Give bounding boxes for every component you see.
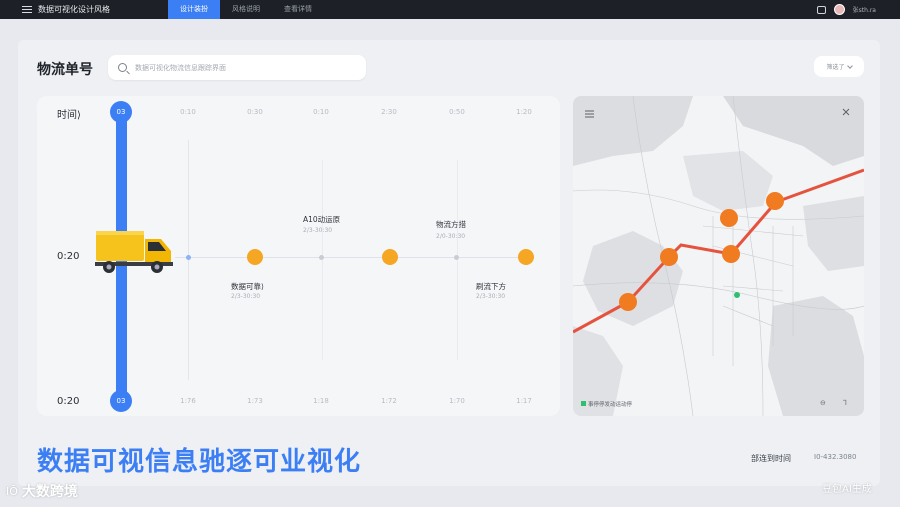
arrival-time-value: Ⅰ0-432.3080 [814,453,857,461]
grid-line [457,160,458,360]
column-head: 1:20 [516,108,532,116]
map-stop-marker[interactable] [722,245,740,263]
tab-style[interactable]: 风格说明 [220,0,272,19]
map-footer: 事停停发动运动停 [581,400,632,408]
map-stop-marker[interactable] [660,248,678,266]
timeline-node[interactable] [518,249,534,265]
current-location-marker [734,292,740,298]
column-head: 0:10 [180,108,196,116]
chevron-down-icon [846,62,853,69]
column-foot: 1:72 [381,397,397,405]
column-foot: 1:18 [313,397,329,405]
filter-dropdown-label: 筛选了 [826,64,845,71]
user-name[interactable]: 张sth.ra [853,5,876,14]
column-head: 0:30 [247,108,263,116]
avatar[interactable] [833,4,845,15]
map-layer-button[interactable]: ⅂ [843,399,847,407]
legend-swatch-icon [581,401,586,406]
search-input[interactable] [135,63,355,72]
event-time: 2/3-30:30 [476,293,506,300]
zoom-out-button[interactable]: ⊖ [820,399,826,407]
notification-icon[interactable] [816,5,826,14]
route-map[interactable]: 事停停发动运动停 ⊖ ⅂ [573,96,864,416]
watermark-logo: IŌ 大数跨境 [6,481,78,501]
timeline-node[interactable] [382,249,398,265]
watermark-logo-mark: IŌ [6,484,18,498]
timeline-dot [454,255,459,260]
map-stop-marker[interactable] [720,209,738,227]
filter-dropdown[interactable]: 筛选了 [814,56,864,77]
column-head: 0:50 [449,108,465,116]
user-area: 张sth.ra [816,0,876,19]
map-stop-marker[interactable] [766,192,784,210]
row-label-time: 时间⟩ [57,110,81,121]
column-foot: 1:76 [180,397,196,405]
event-title: 刷流下方 [476,282,506,291]
page-headline: 数据可视信息驰逐可业视化 [37,447,362,477]
event-title: 物流方措 [436,220,466,229]
search-box[interactable] [108,55,366,80]
menu-icon[interactable] [22,6,32,13]
timeline-dot [319,255,324,260]
event-time: 2/3-30:30 [231,293,261,300]
watermark-brand: 大数跨境 [21,484,78,500]
timeline-axis [175,257,530,258]
app-title: 数据可视化设计风格 [38,5,110,14]
column-foot: 1:17 [516,397,532,405]
grid-line [188,140,189,380]
column-foot: 1:73 [247,397,263,405]
timeline-node[interactable] [247,249,263,265]
event-title: A10动运原 [303,215,341,224]
row-label-middle: 0:20 [57,251,80,262]
tab-bar: 设计装扮 风格说明 查看详情 [168,0,324,19]
top-bar: 数据可视化设计风格 设计装扮 风格说明 查看详情 张sth.ra [0,0,900,19]
map-stop-marker[interactable] [619,293,637,311]
timeline-dot [186,255,191,260]
order-number-label: 物流单号 [37,62,93,78]
ai-watermark: 豆包AI生成 [822,484,872,495]
column-head: 2:30 [381,108,397,116]
column-head: 0:10 [313,108,329,116]
event-title: 数据可靠⟩ [231,282,264,291]
arrival-time-label: 部连到时间 [751,454,791,463]
grid-line [322,160,323,360]
delivery-truck-icon [95,231,173,273]
tab-design[interactable]: 设计装扮 [168,0,220,19]
event-time: 2/3-30:30 [303,227,333,234]
event-time: 2/0-30:30 [436,233,466,240]
tab-details[interactable]: 查看详情 [272,0,324,19]
map-canvas[interactable] [573,96,864,416]
map-footer-text: 事停停发动运动停 [588,402,633,408]
search-icon [118,63,127,72]
timeline-knob-bottom[interactable]: 03 [110,390,132,412]
row-label-bottom: 0:20 [57,396,80,407]
column-foot: 1:70 [449,397,465,405]
timeline-knob-top[interactable]: 03 [110,101,132,123]
